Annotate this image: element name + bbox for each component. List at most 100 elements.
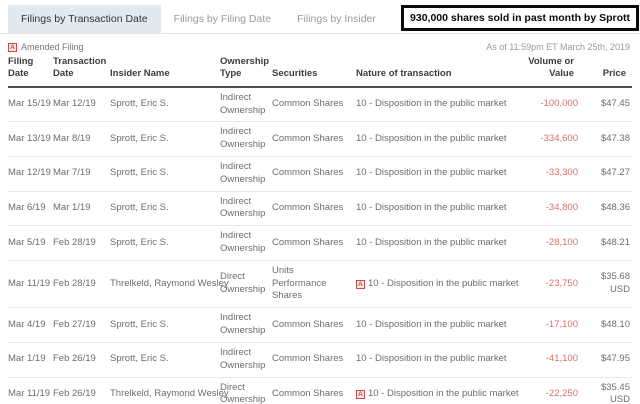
nature-of-transaction-cell: 10 - Disposition in the public market	[356, 342, 507, 378]
transaction-date-cell: Mar 7/19	[53, 156, 110, 192]
volume-cell: -17,100	[506, 307, 580, 343]
price-cell: $48.21	[580, 225, 632, 261]
tab-bar: Filings by Transaction Date Filings by F…	[0, 5, 640, 34]
nature-of-transaction-cell: 10 - Disposition in the public market	[356, 121, 507, 157]
as-of-timestamp: As of 11:59pm ET March 25th, 2019	[486, 42, 630, 52]
nature-of-transaction-cell: A 10 - Disposition in the public market	[356, 260, 519, 309]
filing-date-cell: Mar 15/19	[8, 86, 53, 123]
price-cell: $47.27	[580, 156, 632, 192]
volume-cell: -34,800	[506, 191, 580, 227]
table-row: Mar 5/19 Feb 28/19 Sprott, Eric S. Indir…	[8, 225, 632, 261]
volume-cell: -334,600	[506, 121, 580, 157]
price-cell: $47.95	[580, 342, 632, 378]
filings-table-body: Mar 15/19 Mar 12/19 Sprott, Eric S. Indi…	[8, 86, 632, 404]
transaction-date-cell: Feb 28/19	[53, 260, 110, 309]
price-cell: $35.45 USD	[580, 377, 632, 404]
volume-cell: -28,100	[506, 225, 580, 261]
nature-of-transaction-cell: 10 - Disposition in the public market	[356, 191, 507, 227]
filings-panel: Filings by Transaction Date Filings by F…	[0, 0, 640, 404]
ownership-type-cell: Direct Ownership	[220, 260, 272, 309]
table-row: Mar 11/19 Feb 26/19 Threlkeld, Raymond W…	[8, 377, 632, 404]
col-header-filing-date: Filing Date	[8, 54, 53, 88]
securities-cell: Common Shares	[272, 377, 356, 404]
tab-filings-by-transaction-date[interactable]: Filings by Transaction Date	[8, 5, 161, 33]
nature-text: 10 - Disposition in the public market	[356, 353, 507, 365]
col-header-securities: Securities	[272, 54, 356, 88]
filing-date-cell: Mar 11/19	[8, 260, 53, 309]
insider-name-cell: Sprott, Eric S.	[110, 86, 220, 123]
price-cell: $48.36	[580, 191, 632, 227]
filing-date-cell: Mar 4/19	[8, 307, 53, 343]
securities-cell: Common Shares	[272, 191, 356, 227]
ownership-type-cell: Indirect Ownership	[220, 156, 272, 192]
insider-name-cell: Sprott, Eric S.	[110, 307, 220, 343]
nature-of-transaction-cell: 10 - Disposition in the public market	[356, 86, 507, 123]
securities-cell: Common Shares	[272, 342, 356, 378]
price-cell: $47.38	[580, 121, 632, 157]
filing-date-cell: Mar 5/19	[8, 225, 53, 261]
nature-text: 10 - Disposition in the public market	[356, 318, 507, 330]
col-header-transaction-date: Transaction Date	[53, 54, 110, 88]
ownership-type-cell: Indirect Ownership	[220, 191, 272, 227]
insider-name-cell: Sprott, Eric S.	[110, 191, 220, 227]
nature-text: 10 - Disposition in the public market	[356, 167, 507, 179]
insider-name-cell: Sprott, Eric S.	[110, 225, 220, 261]
tab-filings-by-insider[interactable]: Filings by Insider	[284, 5, 389, 33]
nature-of-transaction-cell: 10 - Disposition in the public market	[356, 156, 507, 192]
insider-name-cell: Sprott, Eric S.	[110, 121, 220, 157]
price-cell: $35.68 USD	[580, 260, 632, 309]
annotation-callout: 930,000 shares sold in past month by Spr…	[401, 5, 639, 31]
table-row: Mar 6/19 Mar 1/19 Sprott, Eric S. Indire…	[8, 191, 632, 227]
price-cell: $48.10	[580, 307, 632, 343]
col-header-insider-name: Insider Name	[110, 54, 220, 88]
transaction-date-cell: Mar 12/19	[53, 86, 110, 123]
ownership-type-cell: Indirect Ownership	[220, 342, 272, 378]
transaction-date-cell: Mar 1/19	[53, 191, 110, 227]
insider-name-cell: Threlkeld, Raymond Wesley	[110, 260, 229, 309]
securities-cell: Common Shares	[272, 121, 356, 157]
nature-text: 10 - Disposition in the public market	[356, 132, 507, 144]
table-row: Mar 4/19 Feb 27/19 Sprott, Eric S. Indir…	[8, 307, 632, 343]
nature-of-transaction-cell: 10 - Disposition in the public market	[356, 225, 507, 261]
col-header-price: Price	[580, 54, 632, 88]
table-row: Mar 13/19 Mar 8/19 Sprott, Eric S. Indir…	[8, 121, 632, 157]
col-header-volume: Volume or Value	[506, 54, 580, 88]
transaction-date-cell: Feb 26/19	[53, 377, 110, 404]
filing-date-cell: Mar 11/19	[8, 377, 53, 404]
nature-text: 10 - Disposition in the public market	[356, 201, 507, 213]
filings-table: Filing Date Transaction Date Insider Nam…	[8, 54, 632, 404]
amended-filing-label: Amended Filing	[21, 42, 84, 52]
table-row: Mar 11/19 Feb 28/19 Threlkeld, Raymond W…	[8, 260, 632, 309]
ownership-type-cell: Indirect Ownership	[220, 121, 272, 157]
filing-date-cell: Mar 6/19	[8, 191, 53, 227]
securities-cell: Units Performance Shares	[272, 260, 356, 309]
securities-cell: Common Shares	[272, 225, 356, 261]
filing-date-cell: Mar 13/19	[8, 121, 53, 157]
nature-text: 10 - Disposition in the public market	[356, 236, 507, 248]
transaction-date-cell: Feb 28/19	[53, 225, 110, 261]
tab-filings-by-filing-date[interactable]: Filings by Filing Date	[161, 5, 284, 33]
table-row: Mar 12/19 Mar 7/19 Sprott, Eric S. Indir…	[8, 156, 632, 192]
securities-cell: Common Shares	[272, 156, 356, 192]
securities-cell: Common Shares	[272, 307, 356, 343]
table-row: Mar 1/19 Feb 26/19 Sprott, Eric S. Indir…	[8, 342, 632, 378]
transaction-date-cell: Feb 27/19	[53, 307, 110, 343]
amended-filing-icon: A	[356, 389, 365, 399]
nature-text: 10 - Disposition in the public market	[368, 277, 519, 289]
transaction-date-cell: Mar 8/19	[53, 121, 110, 157]
filing-date-cell: Mar 12/19	[8, 156, 53, 192]
nature-of-transaction-cell: 10 - Disposition in the public market	[356, 307, 507, 343]
securities-cell: Common Shares	[272, 86, 356, 123]
filing-date-cell: Mar 1/19	[8, 342, 53, 378]
amended-filing-icon: A	[8, 42, 17, 52]
col-header-nature: Nature of transaction	[356, 54, 506, 88]
nature-of-transaction-cell: A 10 - Disposition in the public market	[356, 377, 519, 404]
filings-table-header: Filing Date Transaction Date Insider Nam…	[8, 54, 632, 88]
volume-cell: -33,300	[506, 156, 580, 192]
amended-filing-legend: A Amended Filing	[8, 42, 84, 52]
meta-row: A Amended Filing As of 11:59pm ET March …	[0, 34, 640, 52]
amended-filing-icon: A	[356, 279, 365, 289]
volume-cell: -41,100	[506, 342, 580, 378]
col-header-ownership-type: Ownership Type	[220, 54, 272, 88]
price-cell: $47.45	[580, 86, 632, 123]
